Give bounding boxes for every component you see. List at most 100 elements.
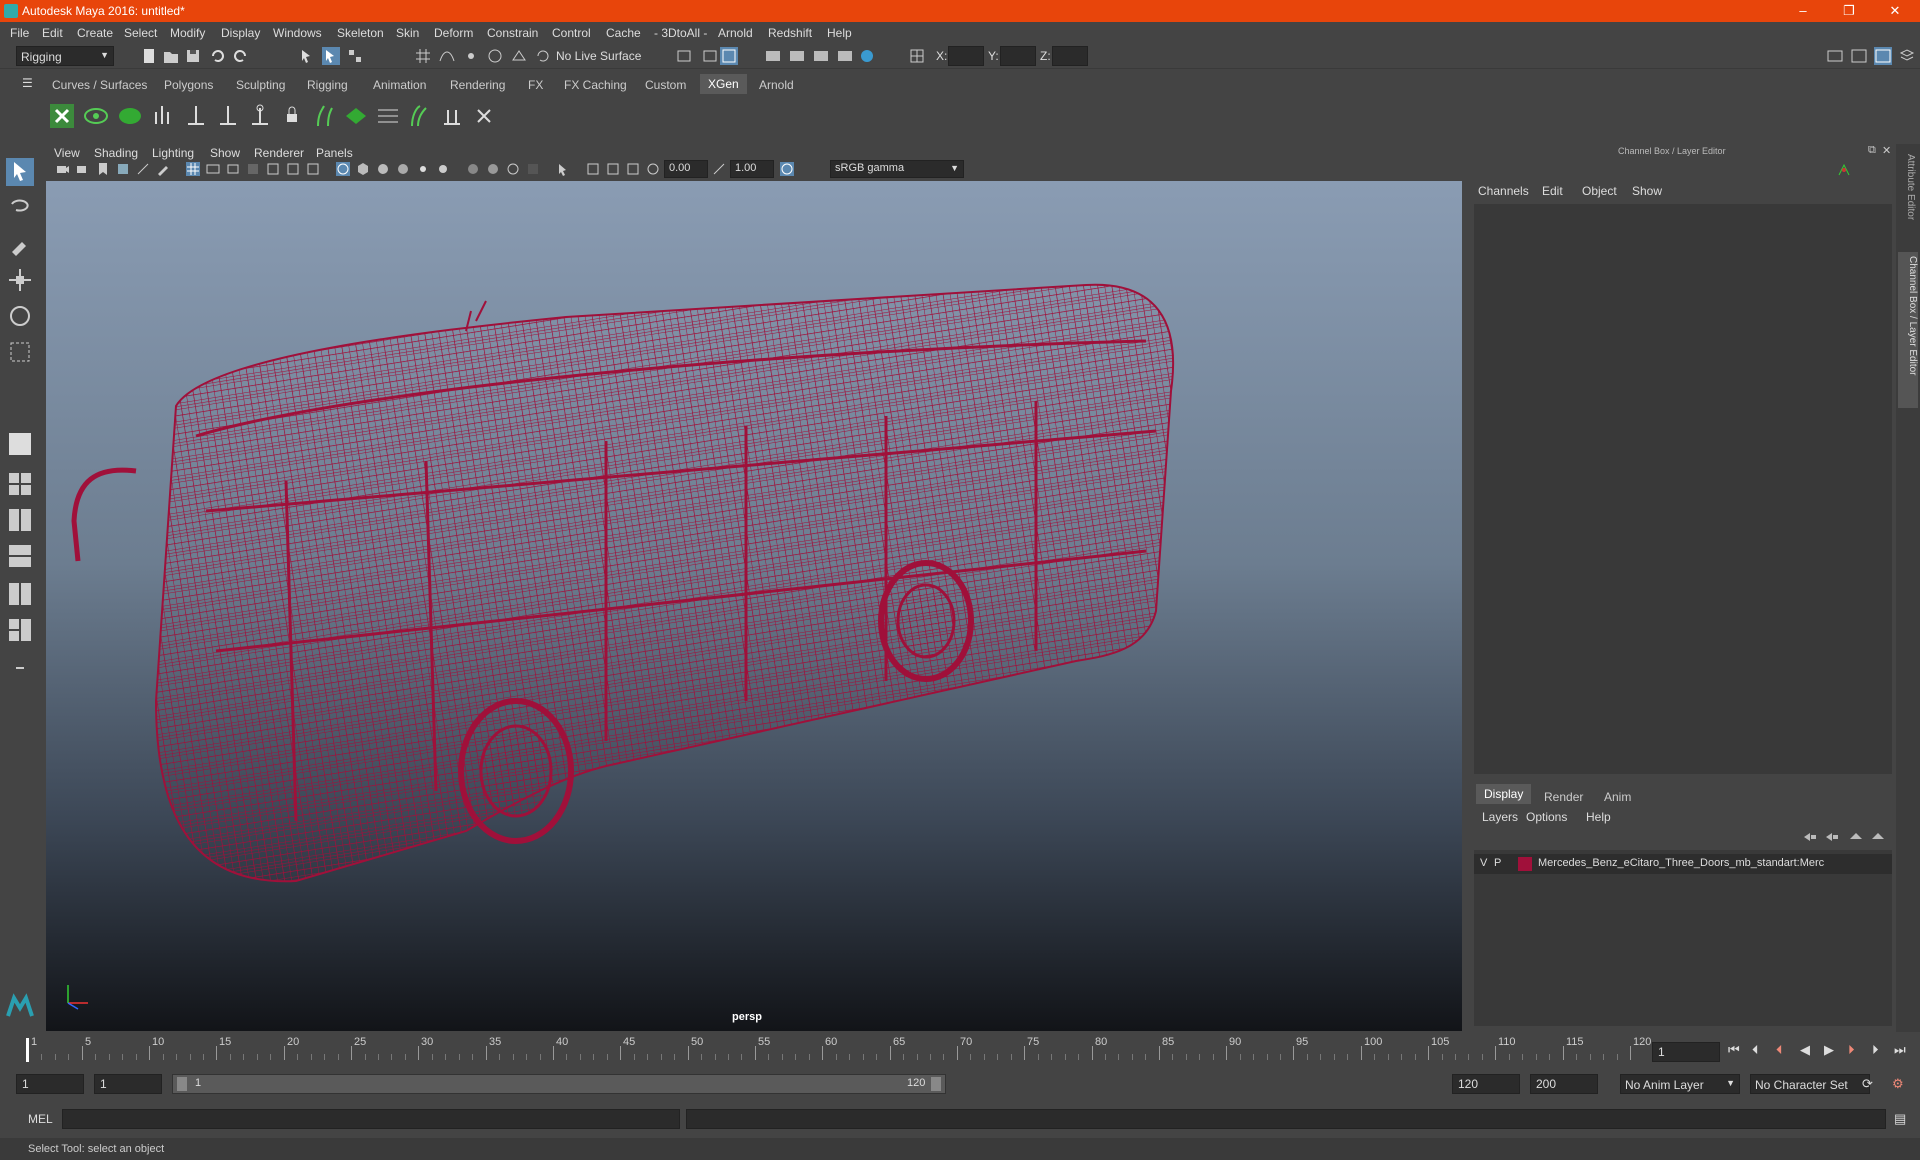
safe-action-icon[interactable]	[286, 162, 300, 176]
xray-components-icon[interactable]	[626, 162, 640, 176]
menu-constrain[interactable]: Constrain	[487, 26, 538, 40]
menu-deform[interactable]: Deform	[434, 26, 473, 40]
render-view-icon[interactable]	[764, 47, 782, 65]
y-field[interactable]	[1000, 46, 1036, 66]
perspective-viewport[interactable]: persp	[46, 181, 1462, 1031]
step-forward-key-icon[interactable]: ⏵	[1872, 1042, 1879, 1058]
redo-icon[interactable]	[232, 47, 250, 65]
close-panel-icon[interactable]: ✕	[1882, 144, 1891, 157]
shadows-icon[interactable]	[436, 162, 450, 176]
panel-menu-show[interactable]: Show	[210, 146, 240, 160]
channels-edit-menu[interactable]: Edit	[1542, 184, 1563, 198]
animation-preferences-icon[interactable]: ⚙	[1892, 1076, 1904, 1092]
render-frame-icon[interactable]	[788, 47, 806, 65]
menu-help[interactable]: Help	[827, 26, 852, 40]
motion-blur-icon[interactable]	[486, 162, 500, 176]
snap-surface-icon[interactable]	[510, 47, 528, 65]
tab-arnold[interactable]: Arnold	[759, 78, 794, 92]
rotate-tool-icon[interactable]	[6, 302, 34, 330]
panel-menu-view[interactable]: View	[54, 146, 80, 160]
layer-tab-display[interactable]: Display	[1476, 784, 1532, 804]
new-layer-selected-icon[interactable]	[1870, 830, 1886, 844]
animation-end-field[interactable]: 200	[1530, 1074, 1598, 1094]
character-set-dropdown[interactable]: No Character Set	[1750, 1074, 1870, 1094]
layer-help-menu[interactable]: Help	[1586, 810, 1611, 824]
close-button[interactable]: ✕	[1880, 2, 1910, 20]
select-tool-icon[interactable]	[6, 158, 34, 186]
xray-joints-icon[interactable]	[606, 162, 620, 176]
go-to-end-icon[interactable]: ⏭	[1894, 1042, 1906, 1058]
multisample-aa-icon[interactable]	[506, 162, 520, 176]
patch-icon[interactable]	[342, 102, 370, 130]
menu-control[interactable]: Control	[552, 26, 591, 40]
minimize-button[interactable]: –	[1788, 2, 1818, 20]
z-field[interactable]	[1052, 46, 1088, 66]
maximize-button[interactable]: ❐	[1834, 2, 1864, 20]
playback-end-field[interactable]: 120	[1452, 1074, 1520, 1094]
tab-rigging[interactable]: Rigging	[307, 78, 348, 92]
film-gate-icon[interactable]	[206, 162, 220, 176]
script-editor-icon[interactable]: ▤	[1894, 1111, 1906, 1127]
layer-tab-render[interactable]: Render	[1544, 790, 1583, 804]
gate-mask-icon[interactable]	[246, 162, 260, 176]
menu-windows[interactable]: Windows	[273, 26, 322, 40]
step-back-key-icon[interactable]: ⏴	[1752, 1042, 1759, 1058]
rebuild-icon[interactable]	[374, 102, 402, 130]
screen-space-ao-icon[interactable]	[466, 162, 480, 176]
menu-skin[interactable]: Skin	[396, 26, 419, 40]
tab-fx-caching[interactable]: FX Caching	[564, 78, 627, 92]
move-layer-up-icon[interactable]	[1802, 830, 1818, 844]
cut-tool-icon[interactable]	[438, 102, 466, 130]
menu-skeleton[interactable]: Skeleton	[337, 26, 384, 40]
panel-menu-shading[interactable]: Shading	[94, 146, 138, 160]
menu-cache[interactable]: Cache	[606, 26, 641, 40]
tab-curves-surfaces[interactable]: Curves / Surfaces	[52, 78, 147, 92]
range-slider[interactable]: 1 120	[172, 1074, 946, 1094]
field-chart-icon[interactable]	[266, 162, 280, 176]
menu-redshift[interactable]: Redshift	[768, 26, 812, 40]
grease-pencil-icon[interactable]	[156, 162, 170, 176]
channels-object-menu[interactable]: Object	[1582, 184, 1617, 198]
four-view-layout-icon[interactable]	[6, 470, 34, 498]
range-start-handle[interactable]	[177, 1077, 187, 1091]
layer-playback-toggle[interactable]: P	[1494, 857, 1501, 869]
menu-modify[interactable]: Modify	[170, 26, 205, 40]
scale-tool-icon[interactable]	[6, 338, 34, 366]
ipr-render-icon[interactable]	[812, 47, 830, 65]
current-frame-field[interactable]: 1	[1652, 1042, 1720, 1062]
isolate-select-icon[interactable]	[556, 162, 570, 176]
snap-curve-icon[interactable]	[438, 47, 456, 65]
persp-outliner-layout-icon[interactable]	[6, 506, 34, 534]
go-to-start-icon[interactable]: ⏮	[1728, 1042, 1740, 1058]
grid-toggle-icon[interactable]	[186, 162, 200, 176]
xray-icon[interactable]	[586, 162, 600, 176]
layers-menu[interactable]: Layers	[1482, 810, 1518, 824]
channel-box-side-tab[interactable]: Channel Box / Layer Editor	[1898, 252, 1918, 408]
move-tool-icon[interactable]	[6, 266, 34, 294]
lasso-tool-icon[interactable]	[6, 194, 34, 222]
tab-polygons[interactable]: Polygons	[164, 78, 213, 92]
transform-constraint-icon[interactable]	[908, 47, 926, 65]
menu-select[interactable]: Select	[124, 26, 157, 40]
xgen-editor-icon[interactable]	[48, 102, 76, 130]
playback-start-field[interactable]: 1	[94, 1074, 162, 1094]
save-scene-icon[interactable]	[184, 47, 202, 65]
auto-key-icon[interactable]: ⟳	[1862, 1076, 1873, 1092]
channel-box-options-icon[interactable]	[1836, 162, 1852, 178]
paint-select-tool-icon[interactable]	[6, 230, 34, 258]
safe-title-icon[interactable]	[306, 162, 320, 176]
input-ops-icon[interactable]	[676, 47, 694, 65]
layer-name[interactable]: Mercedes_Benz_eCitaro_Three_Doors_mb_sta…	[1538, 857, 1888, 869]
comb-tool-icon[interactable]	[406, 102, 434, 130]
animation-start-field[interactable]: 1	[16, 1074, 84, 1094]
wireframe-icon[interactable]	[336, 162, 350, 176]
tab-custom[interactable]: Custom	[645, 78, 686, 92]
camera-icon[interactable]	[56, 162, 70, 176]
channels-menu[interactable]: Channels	[1478, 184, 1529, 198]
step-forward-frame-icon[interactable]: ⏵	[1848, 1042, 1855, 1058]
image-plane-icon[interactable]	[116, 162, 130, 176]
toggle-attribute-editor-icon[interactable]	[1850, 47, 1868, 65]
textured-icon[interactable]	[396, 162, 410, 176]
snap-view-icon[interactable]	[486, 47, 504, 65]
select-object-icon[interactable]	[322, 47, 340, 65]
